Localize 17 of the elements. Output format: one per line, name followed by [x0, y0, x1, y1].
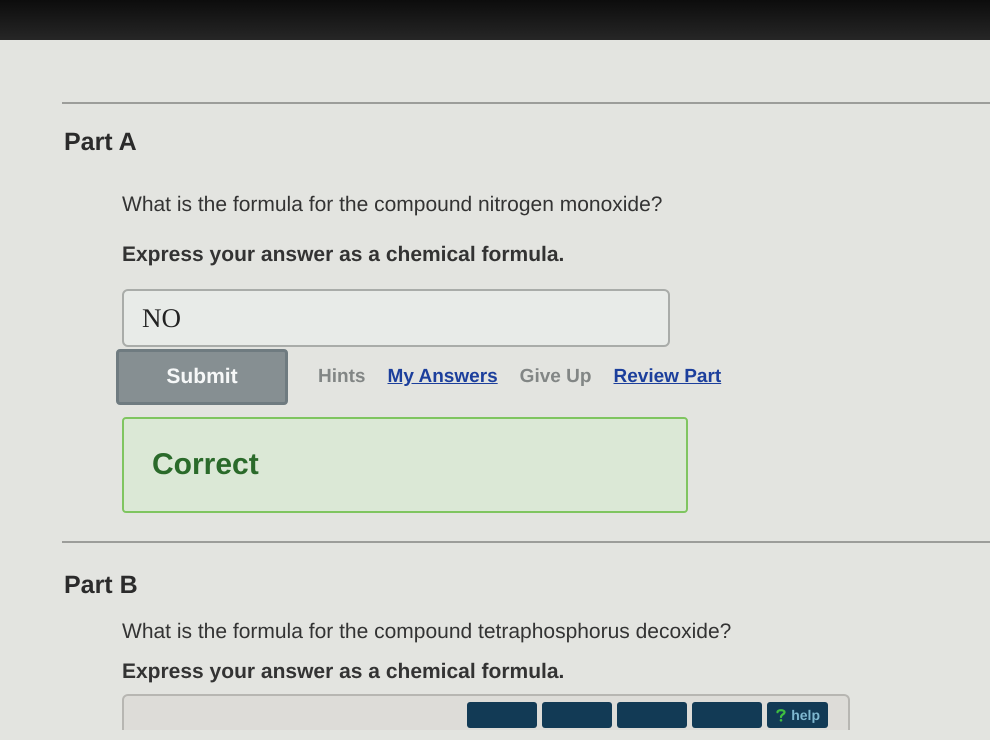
question-text: What is the formula for the compound nitrogen monoxide?	[122, 193, 662, 217]
help-button[interactable]: help	[767, 702, 828, 728]
answer-box[interactable]: help	[122, 694, 850, 730]
toolbar-button[interactable]	[692, 702, 762, 728]
toolbar-button[interactable]	[617, 702, 688, 728]
question-mark-icon	[775, 708, 788, 722]
part-title: Part A	[64, 128, 137, 157]
instruction-text: Express your answer as a chemical formula.	[122, 660, 564, 684]
part-title: Part B	[64, 571, 138, 600]
instruction-text: Express your answer as a chemical formula.	[122, 243, 564, 267]
feedback-text: Correct	[152, 448, 259, 482]
toolbar-button[interactable]	[467, 702, 538, 728]
action-link[interactable]: Review Part	[613, 366, 722, 388]
question-text: What is the formula for the compound tetraphosphorus decoxide?	[122, 620, 732, 644]
answer-field[interactable]: NO	[122, 289, 670, 347]
toolbar-button[interactable]	[542, 702, 612, 728]
action-link[interactable]: My Answers	[388, 366, 498, 388]
